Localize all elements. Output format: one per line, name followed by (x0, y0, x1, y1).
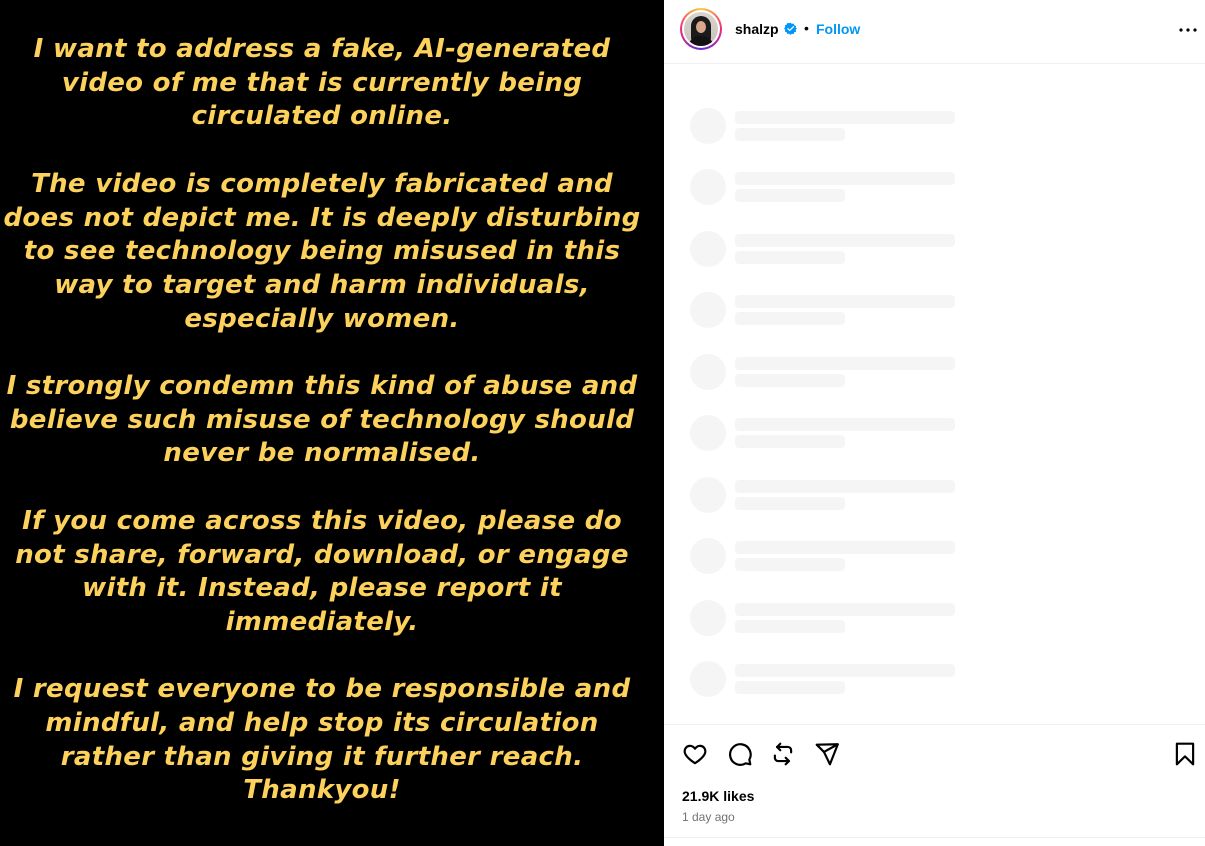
post-actions-area: 21.9K likes 1 day ago (664, 724, 1205, 838)
statement-paragraph-2: The video is completely fabricated and d… (3, 168, 641, 334)
more-options-icon[interactable] (1176, 18, 1200, 42)
post-header: shalzp • Follow (664, 0, 1205, 64)
statement-paragraph-4: If you come across this video, please do… (15, 505, 629, 637)
likes-count[interactable]: 21.9K likes (682, 788, 754, 804)
avatar[interactable] (680, 8, 722, 50)
statement-paragraph-3: I strongly condemn this kind of abuse an… (6, 371, 638, 469)
bookmark-icon[interactable] (1172, 741, 1198, 767)
verified-badge-icon (784, 22, 797, 35)
repost-icon[interactable] (770, 741, 796, 767)
statement-paragraph-5: I request everyone to be responsible and… (13, 674, 631, 772)
separator-dot: • (804, 20, 809, 36)
heart-icon[interactable] (682, 741, 708, 767)
post-sidebar: shalzp • Follow 21.9K likes 1 day ago (664, 0, 1205, 846)
follow-button[interactable]: Follow (816, 21, 860, 37)
username-link[interactable]: shalzp (735, 21, 779, 37)
post-image-text: I want to address a fake, AI-generated v… (0, 33, 644, 808)
share-icon[interactable] (814, 741, 840, 767)
avatar-image (684, 12, 718, 46)
post-timestamp[interactable]: 1 day ago (682, 810, 735, 824)
statement-signoff: Thankyou! (243, 775, 401, 806)
statement-paragraph-1: I want to address a fake, AI-generated v… (33, 34, 611, 132)
post-media: I want to address a fake, AI-generated v… (0, 0, 664, 846)
comment-icon[interactable] (727, 741, 753, 767)
